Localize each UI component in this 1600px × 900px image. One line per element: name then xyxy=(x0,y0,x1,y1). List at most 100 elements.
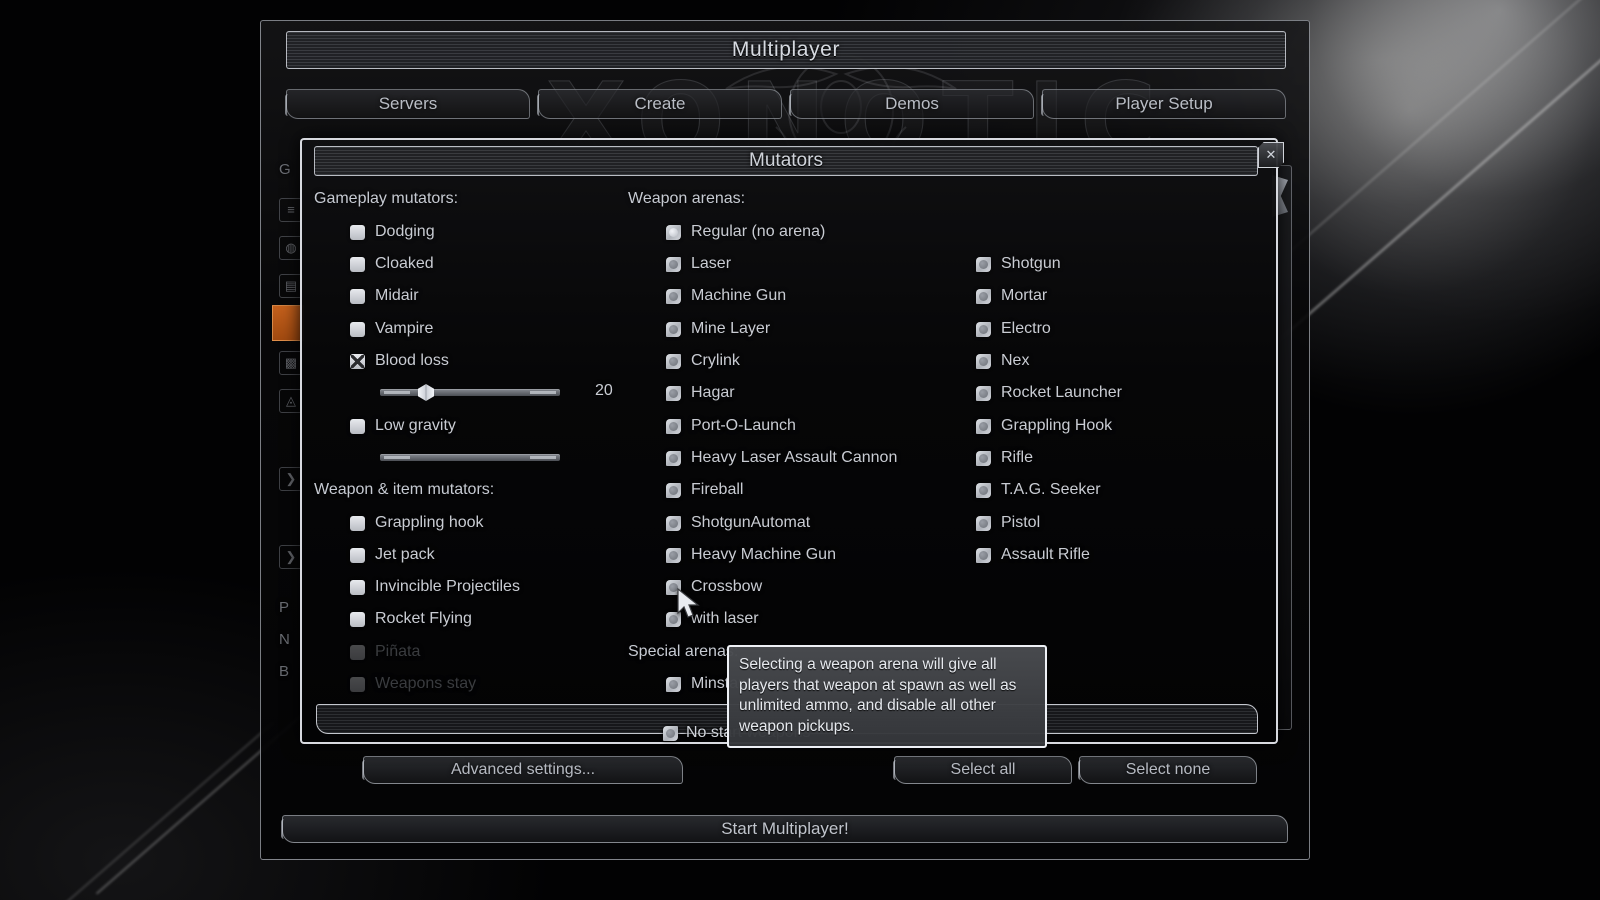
select-none-button[interactable]: Select none xyxy=(1078,756,1257,784)
arena-mortar[interactable]: Mortar xyxy=(976,287,1047,305)
arena-shotgun[interactable]: Shotgun xyxy=(976,255,1061,273)
mutator-vampire[interactable]: Vampire xyxy=(350,320,433,338)
mutator-cloaked[interactable]: Cloaked xyxy=(350,255,434,273)
radio-button[interactable] xyxy=(666,418,681,434)
arena-rifle[interactable]: Rifle xyxy=(976,449,1033,467)
mutator-midair[interactable]: Midair xyxy=(350,287,419,305)
arena-regular[interactable]: Regular (no arena) xyxy=(666,223,825,241)
mutator-jet-pack[interactable]: Jet pack xyxy=(350,546,435,564)
arena-assault-rifle[interactable]: Assault Rifle xyxy=(976,546,1090,564)
tab-demos[interactable]: Demos xyxy=(789,89,1034,119)
radio-button[interactable] xyxy=(976,353,991,369)
radio-button[interactable] xyxy=(666,353,681,369)
mutator-pinata: Piñata xyxy=(350,643,420,661)
advanced-settings-button[interactable]: Advanced settings... xyxy=(362,756,683,784)
slider-handle[interactable] xyxy=(418,384,434,401)
mutator-label: Grappling hook xyxy=(375,514,484,531)
mutator-dodging[interactable]: Dodging xyxy=(350,223,435,241)
arena-label: with laser xyxy=(691,610,759,627)
arena-laser[interactable]: Laser xyxy=(666,255,731,273)
checkbox[interactable] xyxy=(350,224,365,240)
radio-button[interactable] xyxy=(666,547,681,563)
radio-button[interactable] xyxy=(666,482,681,498)
arena-hagar[interactable]: Hagar xyxy=(666,384,735,402)
radio-button[interactable] xyxy=(666,288,681,304)
low-gravity-slider[interactable] xyxy=(380,450,560,464)
mutator-label: Blood loss xyxy=(375,352,449,369)
arena-label: Rocket Launcher xyxy=(1001,384,1122,401)
arena-tag-seeker[interactable]: T.A.G. Seeker xyxy=(976,481,1101,499)
radio-button[interactable] xyxy=(976,482,991,498)
radio-button[interactable] xyxy=(976,385,991,401)
checkbox[interactable] xyxy=(350,579,365,595)
tab-servers[interactable]: Servers xyxy=(285,89,530,119)
mutator-invincible-projectiles[interactable]: Invincible Projectiles xyxy=(350,578,520,596)
arena-pistol[interactable]: Pistol xyxy=(976,514,1040,532)
arena-label: Crylink xyxy=(691,352,740,369)
checkbox[interactable] xyxy=(350,321,365,337)
mutator-blood-loss[interactable]: Blood loss xyxy=(350,352,449,370)
mutator-weapons-stay: Weapons stay xyxy=(350,675,476,693)
arena-label: Pistol xyxy=(1001,514,1041,531)
radio-button[interactable] xyxy=(666,321,681,337)
mutator-grappling-hook[interactable]: Grappling hook xyxy=(350,514,484,532)
radio-button[interactable] xyxy=(666,224,681,240)
radio-button[interactable] xyxy=(976,547,991,563)
special-arenas-label: Special arenas: xyxy=(628,643,739,660)
radio-button[interactable] xyxy=(976,256,991,272)
tab-create[interactable]: Create xyxy=(537,89,782,119)
checkbox[interactable] xyxy=(350,515,365,531)
radio-button[interactable] xyxy=(666,579,681,595)
checkbox[interactable] xyxy=(350,547,365,563)
gameplay-mutators-label: Gameplay mutators: xyxy=(314,190,459,207)
arena-electro[interactable]: Electro xyxy=(976,320,1051,338)
radio-button[interactable] xyxy=(666,611,681,627)
arena-mine-layer[interactable]: Mine Layer xyxy=(666,320,770,338)
select-all-button[interactable]: Select all xyxy=(893,756,1072,784)
arena-machine-gun[interactable]: Machine Gun xyxy=(666,287,786,305)
arena-with-laser[interactable]: with laser xyxy=(666,610,759,628)
window-title: Multiplayer xyxy=(286,31,1286,69)
checkbox[interactable] xyxy=(350,611,365,627)
checkbox[interactable] xyxy=(350,288,365,304)
arena-fireball[interactable]: Fireball xyxy=(666,481,743,499)
tab-player-setup[interactable]: Player Setup xyxy=(1041,89,1286,119)
radio-button[interactable] xyxy=(976,450,991,466)
radio-button[interactable] xyxy=(666,385,681,401)
arena-shotgunautomat[interactable]: ShotgunAutomat xyxy=(666,514,810,532)
close-icon[interactable]: ✕ xyxy=(1258,142,1284,168)
checkbox[interactable] xyxy=(350,418,365,434)
radio-button[interactable] xyxy=(666,450,681,466)
radio-button[interactable] xyxy=(666,515,681,531)
arena-crylink[interactable]: Crylink xyxy=(666,352,740,370)
arena-grappling-hook[interactable]: Grappling Hook xyxy=(976,417,1112,435)
arena-label: Port-O-Launch xyxy=(691,417,796,434)
radio-button[interactable] xyxy=(976,288,991,304)
blood-loss-slider[interactable] xyxy=(380,384,560,401)
mutator-rocket-flying[interactable]: Rocket Flying xyxy=(350,610,472,628)
button-label: Start Multiplayer! xyxy=(721,819,849,838)
radio-button[interactable] xyxy=(663,725,678,741)
blood-loss-value: 20 xyxy=(595,382,613,399)
arena-label: ShotgunAutomat xyxy=(691,514,811,531)
start-multiplayer-button[interactable]: Start Multiplayer! xyxy=(281,815,1288,843)
checkbox[interactable] xyxy=(350,353,365,369)
arena-crossbow[interactable]: Crossbow xyxy=(666,578,762,596)
arena-nex[interactable]: Nex xyxy=(976,352,1029,370)
mutator-low-gravity[interactable]: Low gravity xyxy=(350,417,456,435)
tab-bar: Servers Create Demos Player Setup xyxy=(285,81,1286,127)
arena-rocket-launcher[interactable]: Rocket Launcher xyxy=(976,384,1122,402)
radio-button[interactable] xyxy=(976,515,991,531)
arena-label: Assault Rifle xyxy=(1001,546,1090,563)
arena-heavy-laser-assault-cannon[interactable]: Heavy Laser Assault Cannon xyxy=(666,449,897,467)
radio-button[interactable] xyxy=(976,321,991,337)
slider-track xyxy=(380,389,560,396)
arena-heavy-machine-gun[interactable]: Heavy Machine Gun xyxy=(666,546,836,564)
radio-button[interactable] xyxy=(666,256,681,272)
tooltip: Selecting a weapon arena will give all p… xyxy=(727,645,1047,748)
arena-port-o-launch[interactable]: Port-O-Launch xyxy=(666,417,796,435)
radio-button[interactable] xyxy=(976,418,991,434)
checkbox[interactable] xyxy=(350,256,365,272)
tab-label: Create xyxy=(634,94,686,113)
radio-button[interactable] xyxy=(666,676,681,692)
